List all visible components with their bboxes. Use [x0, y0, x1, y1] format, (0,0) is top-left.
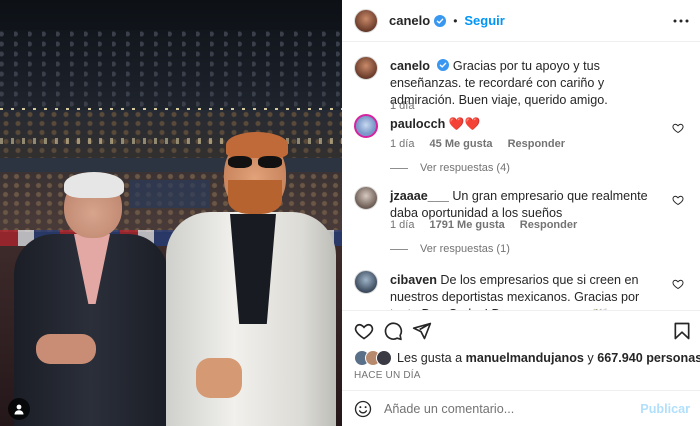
post-action-bar: [342, 310, 700, 350]
view-replies-button[interactable]: Ver respuestas (4): [390, 162, 510, 174]
comment-input[interactable]: [384, 401, 634, 416]
comment-username[interactable]: cibaven: [390, 273, 437, 287]
comment-meta: 1 día 1791 Me gusta Responder: [390, 219, 589, 231]
likes-user[interactable]: manuelmandujanos: [466, 351, 584, 365]
emoji-icon[interactable]: [354, 400, 372, 418]
comment-time: 1 día: [390, 219, 415, 231]
bookmark-icon[interactable]: [672, 321, 692, 341]
header-separator: •: [453, 13, 458, 28]
comment-time: 1 día: [390, 138, 415, 150]
post-photo[interactable]: [0, 0, 342, 426]
publish-button[interactable]: Publicar: [640, 402, 690, 416]
likes-middle: y: [587, 351, 594, 365]
header-username[interactable]: canelo: [389, 13, 430, 28]
post-caption: canelo Gracias por tu apoyo y tus enseña…: [354, 56, 688, 112]
view-replies-label[interactable]: Ver respuestas (1): [420, 243, 510, 255]
post-timestamp[interactable]: HACE UN DÍA: [354, 370, 421, 381]
likes-prefix: Les gusta a: [397, 351, 463, 365]
heart-icon[interactable]: [354, 321, 374, 341]
comment-text: cibaven De los empresarios que si creen …: [390, 272, 664, 310]
stadium-upper-stands: [0, 30, 342, 110]
caption-text: canelo Gracias por tu apoyo y tus enseña…: [390, 58, 664, 109]
avatar[interactable]: [354, 114, 378, 138]
share-icon[interactable]: [412, 321, 432, 341]
comment-username[interactable]: jzaaae___: [390, 189, 449, 203]
tagged-users-icon[interactable]: [8, 398, 30, 420]
add-comment-bar: Publicar: [342, 390, 700, 426]
avatar[interactable]: [354, 270, 378, 294]
replies-line: [390, 167, 408, 169]
comment-username[interactable]: paulocch: [390, 117, 445, 131]
caption-time: 1 día: [390, 100, 415, 112]
avatar: [376, 350, 392, 366]
follow-button[interactable]: Seguir: [464, 13, 504, 28]
replies-line: [390, 248, 408, 250]
view-replies-label[interactable]: Ver respuestas (4): [420, 162, 510, 174]
person-older-man: [14, 170, 168, 426]
comment-item: paulocch ❤️❤️ 1 día 45 Me gusta Responde…: [354, 114, 688, 174]
comment-icon[interactable]: [383, 321, 403, 341]
verified-badge-icon: [434, 14, 447, 27]
liked-by-avatars: [354, 350, 392, 366]
like-comment-heart-icon[interactable]: [672, 194, 684, 206]
comment-text: jzaaae___ Un gran empresario que realmen…: [390, 188, 664, 222]
like-comment-heart-icon[interactable]: [672, 122, 684, 134]
caption-username[interactable]: canelo: [390, 59, 430, 73]
reply-button[interactable]: Responder: [520, 219, 577, 231]
comment-body: ❤️❤️: [448, 117, 481, 131]
likes-count[interactable]: 667.940 personas más: [597, 351, 700, 365]
comment-item: cibaven De los empresarios que si creen …: [354, 270, 688, 310]
post-side-panel: canelo • Seguir canelo Gracias por tu ap…: [342, 0, 700, 426]
comment-text: paulocch ❤️❤️: [390, 116, 664, 133]
comments-list[interactable]: canelo Gracias por tu apoyo y tus enseña…: [342, 42, 700, 310]
comment-likes[interactable]: 45 Me gusta: [430, 138, 493, 150]
view-replies-button[interactable]: Ver respuestas (1): [390, 243, 510, 255]
caption-meta: 1 día: [390, 100, 426, 112]
verified-badge-icon: [437, 59, 450, 71]
comment-meta: 1 día 45 Me gusta Responder: [390, 138, 577, 150]
reply-button[interactable]: Responder: [508, 138, 565, 150]
comment-item: jzaaae___ Un gran empresario que realmen…: [354, 186, 688, 258]
avatar[interactable]: [354, 186, 378, 210]
more-options-icon[interactable]: [672, 14, 690, 28]
avatar[interactable]: [354, 56, 378, 80]
likes-summary[interactable]: Les gusta a manuelmandujanos y 667.940 p…: [354, 350, 700, 366]
avatar[interactable]: [354, 8, 378, 33]
person-redhead-man: [166, 130, 336, 426]
like-comment-heart-icon[interactable]: [672, 278, 684, 290]
comment-likes[interactable]: 1791 Me gusta: [430, 219, 505, 231]
post-header: canelo • Seguir: [342, 0, 700, 42]
